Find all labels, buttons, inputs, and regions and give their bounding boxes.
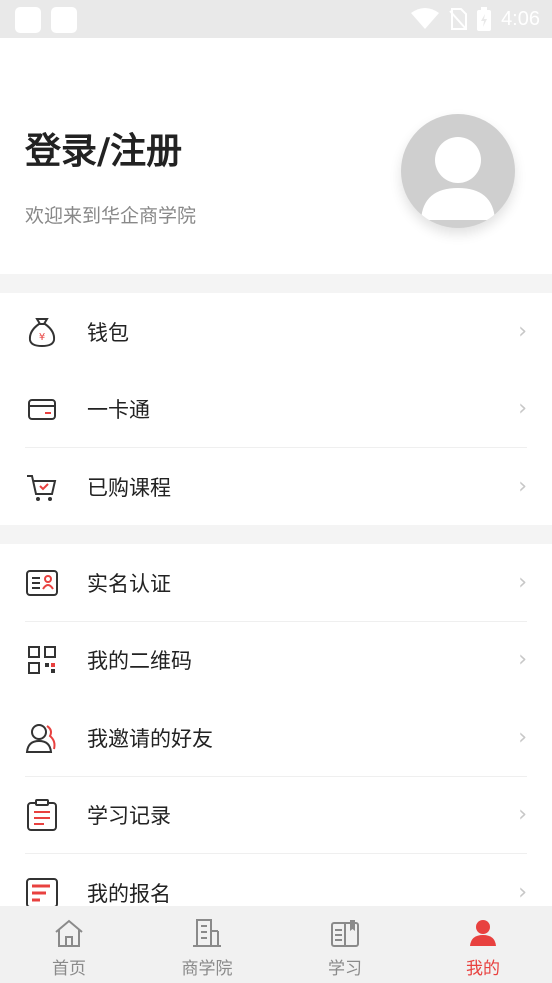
tab-study[interactable]: 学习 <box>276 906 414 983</box>
tab-business-school[interactable]: 商学院 <box>138 906 276 983</box>
menu-item-label: 我邀请的好友 <box>87 726 213 751</box>
menu-item-label: 已购课程 <box>87 475 171 500</box>
friends-icon <box>25 721 59 755</box>
menu-item-card[interactable]: 一卡通 › <box>0 371 552 448</box>
login-register-link[interactable]: 登录/注册 <box>25 130 182 174</box>
chevron-right-icon: › <box>518 396 527 422</box>
menu-item-study-record[interactable]: 学习记录 › <box>0 777 552 854</box>
menu-group-account: ¥ 钱包 › 一卡通 › 已购课程 › <box>0 293 552 525</box>
profile-header: 登录/注册 欢迎来到华企商学院 <box>0 38 552 274</box>
qrcode-icon <box>25 643 59 677</box>
chevron-right-icon: › <box>518 473 527 499</box>
menu-item-qrcode[interactable]: 我的二维码 › <box>0 622 552 700</box>
chevron-right-icon: › <box>518 879 527 905</box>
tab-home[interactable]: 首页 <box>0 906 138 983</box>
menu-item-wallet[interactable]: ¥ 钱包 › <box>0 293 552 371</box>
welcome-text: 欢迎来到华企商学院 <box>25 205 197 227</box>
home-icon <box>52 916 86 950</box>
menu-item-label: 学习记录 <box>87 804 171 829</box>
tab-label: 学习 <box>328 959 362 979</box>
no-sim-icon <box>449 8 468 30</box>
menu-item-label: 我的报名 <box>87 881 171 906</box>
svg-text:¥: ¥ <box>39 332 45 343</box>
tab-label: 商学院 <box>181 959 233 979</box>
chevron-right-icon: › <box>518 647 527 673</box>
menu-item-label: 我的二维码 <box>87 649 192 674</box>
building-icon <box>190 916 224 950</box>
tab-label: 首页 <box>52 959 86 979</box>
status-bar: 4:06 <box>0 0 552 38</box>
cart-icon <box>25 470 59 504</box>
chevron-right-icon: › <box>518 802 527 828</box>
avatar-placeholder-icon <box>421 137 495 220</box>
status-time: 4:06 <box>501 7 540 30</box>
tab-mine[interactable]: 我的 <box>414 906 552 983</box>
menu-item-label: 一卡通 <box>87 398 150 423</box>
menu-item-real-name-auth[interactable]: 实名认证 › <box>0 544 552 622</box>
form-icon <box>25 876 59 906</box>
menu-group-profile: 实名认证 › 我的二维码 › 我邀请的好友 › 学习记录 › 我的报名 › <box>0 544 552 906</box>
menu-item-label: 实名认证 <box>87 571 171 596</box>
tab-label: 我的 <box>466 959 500 979</box>
chevron-right-icon: › <box>518 569 527 595</box>
card-icon <box>25 392 59 426</box>
chevron-right-icon: › <box>518 724 527 750</box>
menu-item-my-registration[interactable]: 我的报名 › <box>0 854 552 906</box>
menu-item-label: 钱包 <box>87 320 129 345</box>
menu-item-purchased-courses[interactable]: 已购课程 › <box>0 448 552 526</box>
notification-icon <box>51 7 77 33</box>
clipboard-icon <box>25 798 59 832</box>
bottom-tab-bar: 首页 商学院 学习 我的 <box>0 906 552 983</box>
battery-icon <box>477 7 492 31</box>
user-icon <box>466 916 500 950</box>
wallet-icon: ¥ <box>25 315 59 349</box>
chevron-right-icon: › <box>518 318 527 344</box>
wifi-icon <box>411 8 440 29</box>
book-icon <box>328 916 362 950</box>
id-card-icon <box>25 566 59 600</box>
menu-item-invited-friends[interactable]: 我邀请的好友 › <box>0 699 552 777</box>
avatar[interactable] <box>401 114 515 228</box>
notification-icon <box>15 7 41 33</box>
